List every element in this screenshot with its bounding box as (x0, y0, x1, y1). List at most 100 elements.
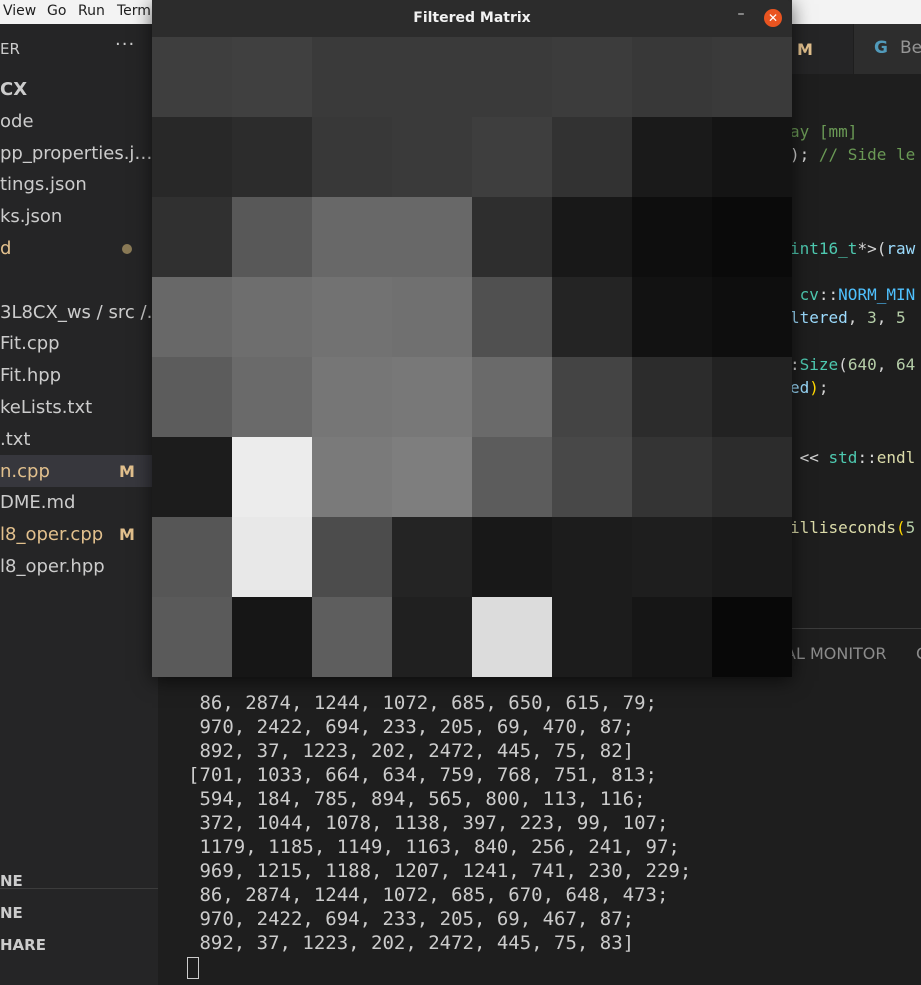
matrix-cell (472, 117, 552, 197)
sidebar-file-label: keLists.txt (0, 397, 93, 418)
sidebar-file-item[interactable]: l8_oper.hpp (0, 550, 158, 582)
matrix-cell (552, 37, 632, 117)
sidebar-file-label: .txt (0, 428, 31, 450)
matrix-cell (152, 117, 232, 197)
sidebar-file-item[interactable] (0, 264, 158, 296)
sidebar-file-item[interactable]: l8_oper.cpp M (0, 518, 158, 550)
tab-serial-monitor[interactable]: AL MONITOR (785, 644, 887, 663)
matrix-cell (632, 357, 712, 437)
sidebar-section-header[interactable]: NE (0, 865, 158, 897)
matrix-cell (712, 437, 792, 517)
matrix-cell (472, 597, 552, 677)
matrix-cell (312, 117, 392, 197)
matrix-cell (392, 517, 472, 597)
code-token: ltered (790, 308, 848, 328)
sidebar-file-label: DME.md (0, 492, 76, 514)
matrix-cell (472, 437, 552, 517)
matrix-cell (392, 357, 472, 437)
sidebar-file-item[interactable]: pp_properties.j… (0, 137, 158, 169)
modified-badge: M (119, 461, 135, 481)
terminal-line: 969, 1215, 1188, 1207, 1241, 741, 230, 2… (188, 860, 692, 882)
code-token: std (828, 448, 858, 468)
sidebar-file-item[interactable]: .txt (0, 423, 158, 455)
tab-second-file[interactable]: G Be (853, 24, 921, 74)
matrix-cell (312, 597, 392, 677)
code-token: int16_t (790, 238, 858, 258)
code-line: ); // Side le (790, 145, 915, 164)
matrix-cell (312, 197, 392, 277)
matrix-cell (232, 197, 312, 277)
matrix-cell (392, 437, 472, 517)
code-token: ed (790, 378, 810, 398)
sidebar-file-label: n.cpp (0, 460, 50, 482)
sidebar-section-header[interactable]: HARE (0, 929, 158, 961)
sidebar-file-item[interactable]: keLists.txt (0, 391, 158, 423)
matrix-cell (632, 517, 712, 597)
matrix-cell (712, 197, 792, 277)
matrix-cell (712, 117, 792, 197)
matrix-cell (552, 597, 632, 677)
terminal-line: 86, 2874, 1244, 1072, 685, 670, 648, 473… (188, 884, 669, 906)
code-token: :: (818, 285, 839, 305)
unsaved-dot-icon (122, 244, 132, 254)
code-token: :: (857, 448, 877, 468)
filtered-matrix-window: Filtered Matrix – ✕ (152, 0, 792, 677)
sidebar-file-item[interactable]: ode (0, 105, 158, 137)
filtered-matrix-image (152, 37, 792, 677)
sidebar-file-item[interactable]: ks.json (0, 200, 158, 232)
sidebar-file-item[interactable]: 3L8CX_ws / src /… (0, 296, 165, 328)
sidebar-file-label: ode (0, 110, 34, 132)
code-token: , (876, 308, 896, 328)
code-line: ed); (790, 378, 829, 397)
matrix-cell (472, 357, 552, 437)
matrix-cell (232, 357, 312, 437)
sidebar-file-item[interactable]: CX (0, 73, 158, 105)
menu-run[interactable]: Run (78, 3, 105, 19)
code-token: ) (809, 378, 819, 398)
window-titlebar[interactable]: Filtered Matrix – ✕ (152, 0, 792, 37)
matrix-cell (152, 357, 232, 437)
tab-next-panel[interactable]: C (916, 644, 921, 663)
matrix-cell (552, 117, 632, 197)
menu-go[interactable]: Go (47, 3, 66, 19)
sidebar-section-label: HARE (0, 936, 46, 954)
code-line: << std::endl (790, 448, 916, 468)
matrix-cell (632, 117, 712, 197)
sidebar-file-item[interactable]: Fit.cpp (0, 327, 158, 359)
code-token: , (847, 308, 868, 328)
matrix-cell (552, 517, 632, 597)
code-line: :Size(640, 64 (790, 355, 915, 374)
menu-terminal[interactable]: Term (117, 3, 151, 19)
matrix-cell (552, 357, 632, 437)
sidebar-file-item[interactable]: n.cpp M (0, 454, 158, 487)
sidebar-file-label: tings.json (0, 174, 87, 196)
code-token: endl (876, 448, 916, 468)
matrix-cell (632, 37, 712, 117)
menu-view[interactable]: View (3, 3, 36, 19)
sidebar-section-header[interactable]: NE (0, 897, 158, 929)
sidebar-file-label: Fit.hpp (0, 365, 62, 387)
close-icon[interactable]: ✕ (764, 9, 782, 27)
terminal-line: 892, 37, 1223, 202, 2472, 445, 75, 82] (188, 740, 635, 762)
sidebar-file-label: l8_oper.cpp (0, 524, 104, 546)
terminal-line: 594, 184, 785, 894, 565, 800, 113, 116; (188, 788, 646, 810)
sidebar-file-label: CX (0, 79, 28, 100)
matrix-cell (392, 117, 472, 197)
sidebar-file-item[interactable]: d (0, 232, 158, 264)
sidebar-file-label: pp_properties.j… (0, 142, 153, 164)
sidebar-file-label: l8_oper.hpp (0, 556, 105, 577)
matrix-cell (152, 517, 232, 597)
matrix-cell (232, 437, 312, 517)
matrix-cell (712, 597, 792, 677)
more-actions-icon[interactable]: ··· (115, 34, 135, 55)
tab-label: Be (900, 38, 921, 58)
code-token: ay [mm] (790, 122, 858, 141)
sidebar-file-item[interactable]: tings.json (0, 168, 158, 200)
terminal-output[interactable]: 86, 2874, 1244, 1072, 685, 650, 615, 79;… (158, 676, 921, 985)
code-token: // Side le (818, 145, 916, 165)
minimize-icon[interactable]: – (732, 6, 750, 28)
code-token: ( (895, 518, 906, 538)
terminal-line: 372, 1044, 1078, 1138, 397, 223, 99, 107… (188, 812, 669, 834)
sidebar-file-item[interactable]: DME.md (0, 486, 158, 518)
sidebar-file-item[interactable]: Fit.hpp (0, 359, 158, 391)
